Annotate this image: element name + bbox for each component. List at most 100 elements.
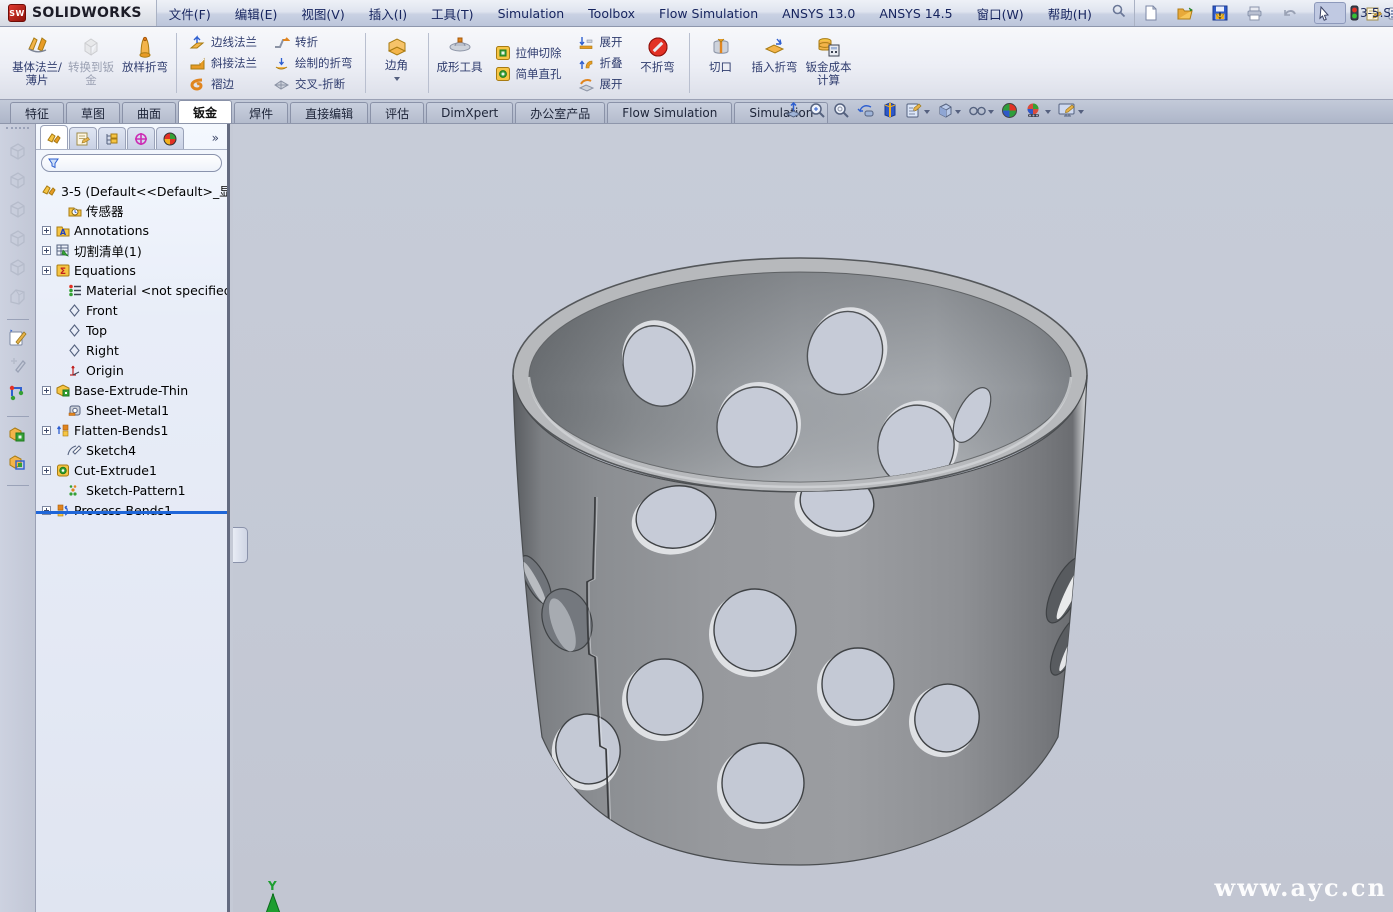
expand-toggle[interactable] [42,226,51,235]
tree-item-sketch4[interactable]: Sketch4 [40,440,227,460]
menu-flow-simulation[interactable]: Flow Simulation [647,0,770,26]
toolbar-grip[interactable] [6,127,29,135]
simple-hole-button[interactable]: 简单直孔 [491,65,566,83]
tree-item-base-extrude-thin[interactable]: Base-Extrude-Thin [40,380,227,400]
previous-view-icon[interactable] [857,103,875,119]
tree-item-origin[interactable]: Origin [40,360,227,380]
rollback-bar[interactable] [36,511,227,514]
tree-item-sheet-metal1[interactable]: Sheet-Metal1 [40,400,227,420]
menu-tools[interactable]: 工具(T) [419,0,485,26]
menu-edit[interactable]: 编辑(E) [223,0,290,26]
new-sketch-icon[interactable] [8,328,28,352]
view-orientation-cube-icon[interactable] [937,102,961,119]
base-flange-button[interactable]: 基体法兰/薄片 [10,29,64,97]
insert-bends-button[interactable]: 插入折弯 [748,29,802,97]
menu-help[interactable]: 帮助(H) [1036,0,1104,26]
tab-weldments[interactable]: 焊件 [234,102,288,123]
feature-tool-1-icon[interactable] [7,425,28,449]
feature-tool-2-icon[interactable] [7,453,28,477]
tree-item-process-bends1[interactable]: Process-Bends1 [40,500,227,520]
display-style-icon[interactable] [968,103,994,118]
display-style-caret-icon[interactable] [988,110,994,114]
tab-feature-tree[interactable] [40,125,68,149]
tree-filter-box[interactable] [41,154,222,172]
graphics-viewport[interactable]: www.ayc.cn Y [233,124,1393,912]
print-button[interactable] [1244,2,1277,24]
view-orientation-caret-icon[interactable] [955,110,961,114]
tab-configuration-manager[interactable] [98,127,126,149]
view-appearance-caret-icon[interactable] [1045,110,1051,114]
expand-toggle[interactable] [42,246,51,255]
edge-flange-button[interactable]: 边线法兰 [185,33,261,51]
view-cube-3-icon[interactable] [7,199,28,224]
sketched-bend-button[interactable]: 绘制的折弯 [269,54,357,72]
view-appearance-icon[interactable] [1025,102,1051,119]
tab-sketch[interactable]: 草图 [66,102,120,123]
tree-item-sensors[interactable]: 传感器 [40,200,227,220]
zoom-in-out-icon[interactable] [833,102,850,119]
expand-toggle[interactable] [42,266,51,275]
apply-scene-icon[interactable] [1001,102,1018,119]
corner-button[interactable]: 边角 [370,29,424,97]
view-isometric-icon[interactable] [7,286,28,311]
menu-view[interactable]: 视图(V) [289,0,356,26]
3d-model-perforated-cylinder[interactable]: www.ayc.cn Y [243,124,1393,912]
tree-item-right-plane[interactable]: Right [40,340,227,360]
lofted-bend-button[interactable]: 放样折弯 [118,29,172,97]
tab-flow-simulation[interactable]: Flow Simulation [607,102,732,123]
undo-button[interactable] [1279,2,1312,24]
view-cube-4-icon[interactable] [7,228,28,253]
tab-dimxpert[interactable]: DimXpert [426,102,513,123]
add-sketch-icon[interactable] [8,356,28,380]
open-button[interactable] [1175,2,1208,24]
tree-root[interactable]: 3-5 (Default<<Default>_显示 [40,180,227,200]
cross-break-button[interactable]: 交叉-折断 [269,75,357,93]
unfold-button[interactable]: 展开 [574,33,627,51]
section-view-icon[interactable] [882,102,898,119]
menu-file[interactable]: 文件(F) [157,0,223,26]
menu-simulation[interactable]: Simulation [486,0,577,26]
expand-toggle[interactable] [42,466,51,475]
view-settings-caret-icon[interactable] [924,110,930,114]
tab-evaluate[interactable]: 评估 [370,102,424,123]
corner-caret-icon[interactable] [394,77,400,81]
tree-item-flatten-bends1[interactable]: Flatten-Bends1 [40,420,227,440]
tree-item-equations[interactable]: Σ Equations [40,260,227,280]
tab-office-products[interactable]: 办公室产品 [515,102,605,123]
panel-collapse-handle[interactable] [233,527,248,563]
tab-direct-editing[interactable]: 直接编辑 [290,102,368,123]
expand-toggle[interactable] [42,426,51,435]
tab-features[interactable]: 特征 [10,102,64,123]
tab-dimxpert-manager[interactable] [127,127,155,149]
coordinate-system-icon[interactable] [8,384,28,408]
tabs-overflow-chevron[interactable]: » [212,131,225,149]
tree-item-cut-extrude1[interactable]: Cut-Extrude1 [40,460,227,480]
flatten-button[interactable]: 展开 [574,75,627,93]
save-button[interactable]: ! [1210,2,1242,24]
view-cube-5-icon[interactable] [7,257,28,282]
fold-button[interactable]: 折叠 [574,54,627,72]
forming-tool-button[interactable]: 成形工具 [433,29,487,97]
view-cube-2-icon[interactable] [7,170,28,195]
select-tool-button[interactable] [1314,2,1346,24]
edit-appearance-caret-icon[interactable] [1078,110,1084,114]
filter-input[interactable] [63,157,203,170]
miter-flange-button[interactable]: 斜接法兰 [185,54,261,72]
tab-display-manager[interactable] [156,127,184,149]
expand-toggle[interactable] [42,386,51,395]
tree-item-annotations[interactable]: A Annotations [40,220,227,240]
hem-button[interactable]: 褶边 [185,75,261,93]
tree-item-material[interactable]: Material <not specified> [40,280,227,300]
menu-insert[interactable]: 插入(I) [357,0,419,26]
no-bends-button[interactable]: 不折弯 [631,29,685,97]
rip-button[interactable]: 切口 [694,29,748,97]
convert-to-sheet-metal-button[interactable]: 转换到钣金 [64,29,118,97]
tree-item-top-plane[interactable]: Top [40,320,227,340]
new-document-button[interactable] [1141,2,1173,24]
tree-item-front-plane[interactable]: Front [40,300,227,320]
menu-ansys-14-5[interactable]: ANSYS 14.5 [867,0,964,26]
tab-sheet-metal[interactable]: 钣金 [178,100,232,123]
zoom-to-area-icon[interactable] [809,102,826,119]
search-icon[interactable] [1112,4,1126,22]
tab-surfaces[interactable]: 曲面 [122,102,176,123]
